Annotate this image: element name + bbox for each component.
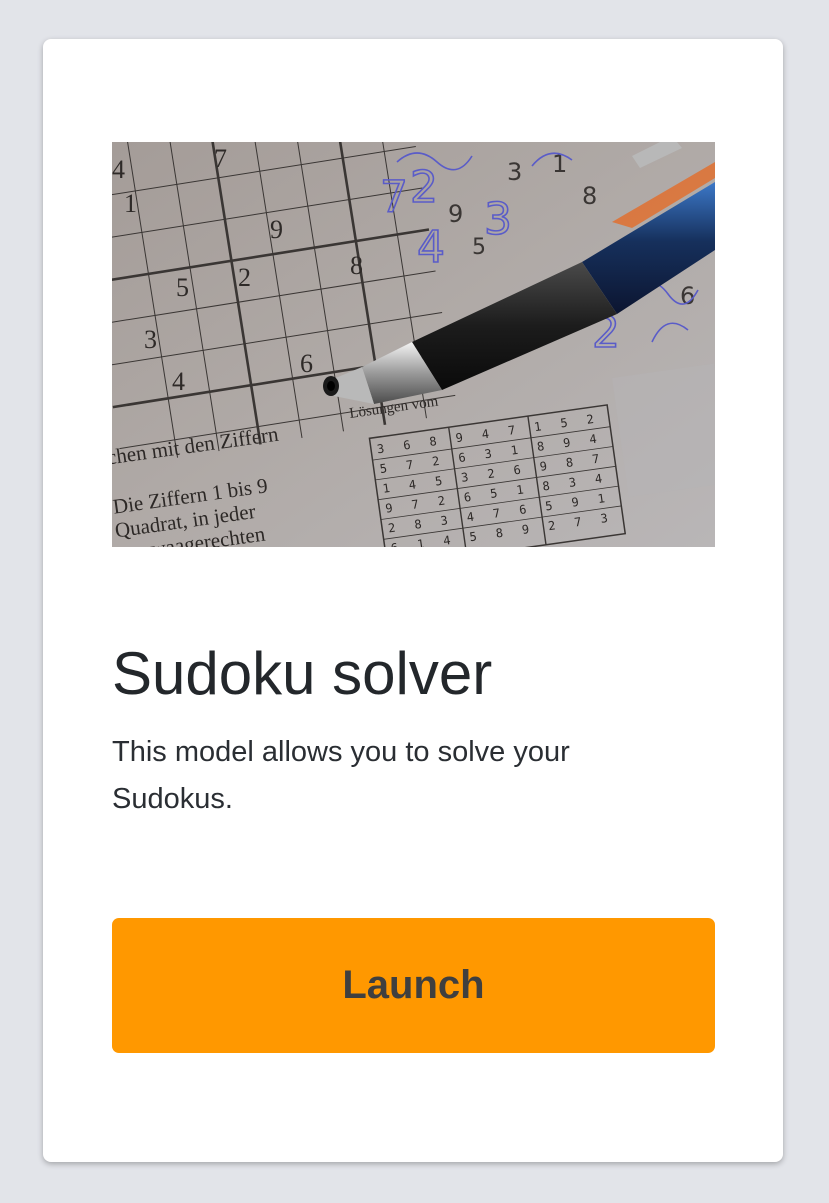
launch-button[interactable]: Launch: [112, 918, 715, 1053]
svg-text:3: 3: [484, 194, 512, 245]
grid-digit: 7: [214, 144, 227, 173]
svg-text:7: 7: [380, 172, 408, 223]
svg-text:4: 4: [417, 222, 445, 273]
grid-digit: 4: [112, 155, 125, 184]
card-title: Sudoku solver: [112, 640, 493, 707]
sudoku-hero-image: 7 4 1 9 8 5 2 3 4 6 7 2 9 3 5 4 3 1 8 6 …: [112, 142, 715, 547]
grid-digit: 3: [144, 325, 157, 354]
grid-digit: 5: [176, 273, 189, 302]
grid-digit: 2: [238, 263, 251, 292]
svg-text:5: 5: [472, 235, 486, 260]
grid-digit: 4: [172, 367, 185, 396]
grid-digit: 1: [124, 189, 137, 218]
svg-text:2: 2: [410, 162, 438, 213]
card-description: This model allows you to solve your Sudo…: [112, 736, 570, 815]
grid-digit: 6: [300, 349, 313, 378]
grid-digit: 9: [270, 215, 283, 244]
grid-digit: 8: [350, 251, 363, 280]
model-card: 7 4 1 9 8 5 2 3 4 6 7 2 9 3 5 4 3 1 8 6 …: [43, 39, 783, 1162]
svg-text:8: 8: [582, 182, 597, 210]
svg-text:3: 3: [507, 158, 522, 186]
svg-text:9: 9: [448, 200, 463, 228]
svg-text:6: 6: [680, 282, 695, 310]
